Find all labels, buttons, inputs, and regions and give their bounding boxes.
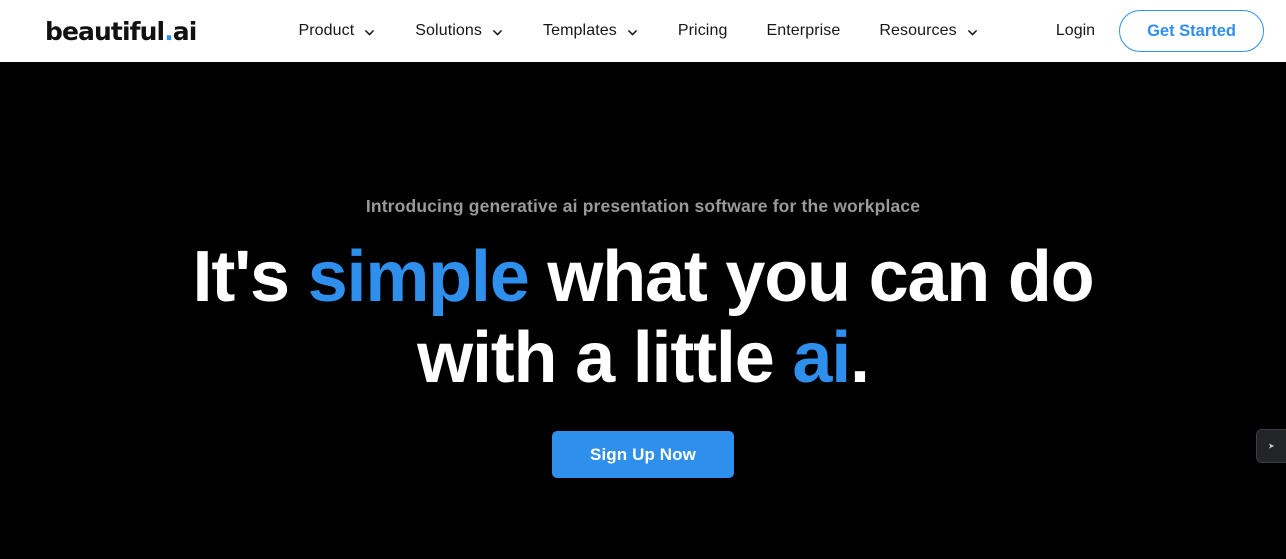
logo-beautiful-ai[interactable]: beautiful. ai bbox=[45, 16, 198, 46]
hero-headline: It's simple what you can do with a littl… bbox=[143, 237, 1143, 399]
nav-item-resources[interactable]: Resources bbox=[865, 16, 992, 46]
nav-item-label: Templates bbox=[543, 22, 617, 39]
nav-item-label: Resources bbox=[879, 22, 957, 39]
nav-item-pricing[interactable]: Pricing bbox=[664, 16, 742, 46]
sign-up-now-button[interactable]: Sign Up Now bbox=[552, 431, 734, 478]
get-started-button[interactable]: Get Started bbox=[1119, 9, 1264, 53]
nav-item-label: Solutions bbox=[415, 22, 483, 39]
nav-item-enterprise[interactable]: Enterprise bbox=[752, 16, 854, 46]
chevron-down-icon bbox=[966, 26, 979, 39]
login-link[interactable]: Login bbox=[1054, 18, 1097, 44]
headline-segment-accent: simple bbox=[307, 237, 530, 317]
chevron-down-icon bbox=[491, 26, 504, 39]
chevron-down-icon bbox=[363, 26, 376, 39]
nav-item-templates[interactable]: Templates bbox=[529, 16, 653, 46]
nav-item-label: Enterprise bbox=[766, 22, 841, 39]
logo-dot-icon: . bbox=[164, 16, 173, 46]
chat-widget-launcher[interactable]: ➤ bbox=[1256, 429, 1286, 463]
hero-cta-wrapper: Sign Up Now bbox=[552, 431, 734, 478]
hero-section: Introducing generative ai presentation s… bbox=[0, 62, 1286, 559]
site-header: beautiful. ai Product Solutions Template… bbox=[0, 0, 1286, 62]
headline-segment-accent: ai bbox=[792, 318, 851, 398]
main-navigation: Product Solutions Templates Pricing Ente… bbox=[284, 16, 992, 46]
nav-item-solutions[interactable]: Solutions bbox=[401, 16, 518, 46]
nav-item-label: Product bbox=[298, 22, 355, 39]
chat-bubble-icon: ➤ bbox=[1268, 439, 1275, 453]
hero-eyebrow-text: Introducing generative ai presentation s… bbox=[365, 196, 921, 216]
chevron-down-icon bbox=[626, 26, 639, 39]
page-root: beautiful. ai Product Solutions Template… bbox=[0, 0, 1286, 559]
headline-segment: . bbox=[850, 318, 870, 398]
header-actions: Login Get Started bbox=[1054, 9, 1264, 53]
headline-segment: It's bbox=[192, 237, 308, 317]
logo-text-main: beautiful bbox=[45, 16, 165, 46]
logo-text-suffix: ai bbox=[172, 16, 198, 46]
nav-item-product[interactable]: Product bbox=[284, 16, 390, 46]
nav-item-label: Pricing bbox=[677, 22, 728, 39]
